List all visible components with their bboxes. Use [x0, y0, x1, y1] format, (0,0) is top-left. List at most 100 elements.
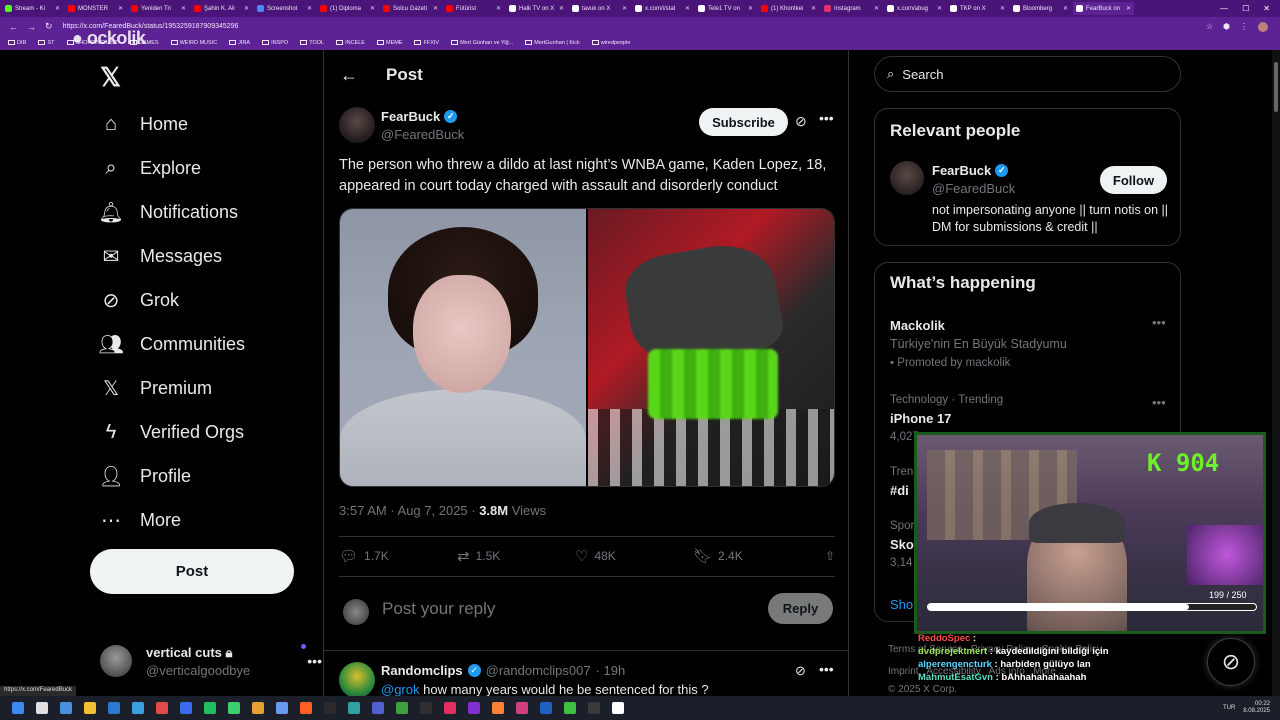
- show-more-link[interactable]: Sho: [890, 597, 913, 612]
- sidebar-item-communities[interactable]: 👥︎ Communities: [98, 322, 245, 366]
- reply-author-avatar[interactable]: [339, 662, 375, 696]
- menu-icon[interactable]: ⋮: [1240, 22, 1248, 31]
- footer-link[interactable]: Imprint: [888, 666, 919, 677]
- account-switcher[interactable]: vertical cuts 🔒︎ @verticalgoodbye •••: [100, 636, 322, 686]
- bookmark-item[interactable]: DIR: [8, 40, 26, 46]
- tab-close-icon[interactable]: ✕: [1126, 5, 1131, 12]
- taskbar-app-icon[interactable]: [396, 702, 408, 714]
- browser-tab[interactable]: (1) Khontkei ✕: [758, 2, 819, 15]
- back-nav-icon[interactable]: ←: [9, 22, 18, 32]
- browser-tab[interactable]: FearBuck on ✕: [1073, 2, 1134, 15]
- tab-close-icon[interactable]: ✕: [874, 5, 879, 12]
- grok-icon[interactable]: ⊘: [795, 663, 806, 679]
- close-window-icon[interactable]: ✕: [1263, 4, 1270, 13]
- browser-tab[interactable]: x.com/i/stat ✕: [632, 2, 693, 15]
- tab-close-icon[interactable]: ✕: [433, 5, 438, 12]
- like-action[interactable]: ♡ 48K: [575, 547, 693, 565]
- taskbar-app-icon[interactable]: [60, 702, 72, 714]
- tab-close-icon[interactable]: ✕: [811, 5, 816, 12]
- subscribe-button[interactable]: Subscribe: [699, 108, 788, 136]
- tab-close-icon[interactable]: ✕: [55, 5, 60, 12]
- search-input[interactable]: ⌕ Search: [874, 56, 1181, 92]
- tab-close-icon[interactable]: ✕: [307, 5, 312, 12]
- taskbar-app-icon[interactable]: [276, 702, 288, 714]
- post-button[interactable]: Post: [90, 549, 294, 594]
- browser-tab[interactable]: Halk TV on X ✕: [506, 2, 567, 15]
- tweet-author-name[interactable]: FearBuck ✓: [381, 109, 458, 124]
- taskbar-app-icon[interactable]: [12, 702, 24, 714]
- grok-floating-button[interactable]: ⊘: [1207, 638, 1255, 686]
- browser-tab[interactable]: Fütürist ✕: [443, 2, 504, 15]
- tab-close-icon[interactable]: ✕: [496, 5, 501, 12]
- reply-input[interactable]: Post your reply: [382, 599, 495, 619]
- repost-action[interactable]: ⇄ 1.5K: [457, 547, 575, 565]
- trend-title[interactable]: iPhone 17: [890, 411, 951, 426]
- taskbar-app-icon[interactable]: [252, 702, 264, 714]
- sidebar-item-profile[interactable]: 👤︎ Profile: [98, 454, 191, 498]
- trend-title[interactable]: #di: [890, 483, 909, 498]
- tab-close-icon[interactable]: ✕: [1000, 5, 1005, 12]
- browser-tab[interactable]: Instagram ✕: [821, 2, 882, 15]
- bookmark-item[interactable]: Mert Günhan ve Yiğ...: [451, 40, 513, 46]
- page-scrollbar[interactable]: [1272, 50, 1280, 696]
- bookmark-item[interactable]: INCELE: [336, 40, 365, 46]
- minimize-icon[interactable]: —: [1220, 4, 1228, 13]
- taskbar-app-icon[interactable]: [324, 702, 336, 714]
- reply-author[interactable]: Randomclips ✓ @randomclips007 · 19h: [381, 663, 625, 678]
- tab-close-icon[interactable]: ✕: [118, 5, 123, 12]
- tab-close-icon[interactable]: ✕: [748, 5, 753, 12]
- taskbar-app-icon[interactable]: [588, 702, 600, 714]
- taskbar-app-icon[interactable]: [444, 702, 456, 714]
- tweet-more-icon[interactable]: •••: [819, 110, 834, 126]
- trend-title[interactable]: Mackolik: [890, 318, 945, 333]
- sidebar-item-explore[interactable]: ⌕ Explore: [100, 146, 201, 190]
- taskbar-app-icon[interactable]: [564, 702, 576, 714]
- maximize-icon[interactable]: ☐: [1242, 4, 1249, 13]
- reply-more-icon[interactable]: •••: [819, 661, 834, 677]
- extension-icon[interactable]: ⬢: [1223, 22, 1230, 31]
- person-handle[interactable]: @FearedBuck: [932, 181, 1015, 196]
- star-icon[interactable]: ☆: [1206, 22, 1213, 31]
- taskbar-app-icon[interactable]: [492, 702, 504, 714]
- person-name[interactable]: FearBuck ✓: [932, 163, 1009, 178]
- bookmark-item[interactable]: FFXIV: [414, 40, 439, 46]
- sidebar-item-notifications[interactable]: 🔔︎ Notifications: [98, 190, 238, 234]
- bookmark-item[interactable]: wiredpeople: [591, 40, 630, 46]
- sidebar-item-verified-orgs[interactable]: ϟ Verified Orgs: [100, 410, 244, 454]
- tab-close-icon[interactable]: ✕: [937, 5, 942, 12]
- tab-close-icon[interactable]: ✕: [559, 5, 564, 12]
- bookmark-item[interactable]: MertGunhan | Kick: [525, 40, 580, 46]
- tweet-author-handle[interactable]: @FearedBuck: [381, 127, 464, 142]
- reply-button[interactable]: Reply: [768, 593, 833, 624]
- taskbar-app-icon[interactable]: [132, 702, 144, 714]
- taskbar-app-icon[interactable]: [468, 702, 480, 714]
- account-more-icon[interactable]: •••: [307, 653, 322, 669]
- trend-more-icon[interactable]: •••: [1152, 395, 1166, 410]
- tab-close-icon[interactable]: ✕: [244, 5, 249, 12]
- taskbar-app-icon[interactable]: [540, 702, 552, 714]
- trend-more-icon[interactable]: •••: [1152, 315, 1166, 330]
- tab-close-icon[interactable]: ✕: [370, 5, 375, 12]
- browser-tab[interactable]: Screenshot ✕: [254, 2, 315, 15]
- taskbar-app-icon[interactable]: [36, 702, 48, 714]
- bookmark-item[interactable]: INSPO: [262, 40, 288, 46]
- profile-avatar[interactable]: [1258, 21, 1268, 32]
- bookmark-action[interactable]: 🔖︎ 2.4K: [693, 547, 811, 565]
- sidebar-item-home[interactable]: ⌂ Home: [100, 102, 188, 146]
- grok-mention[interactable]: @grok: [381, 682, 420, 696]
- back-arrow-icon[interactable]: ←: [340, 65, 358, 86]
- browser-tab[interactable]: Bloomberg ✕: [1010, 2, 1071, 15]
- tab-close-icon[interactable]: ✕: [181, 5, 186, 12]
- taskbar-app-icon[interactable]: [420, 702, 432, 714]
- taskbar-app-icon[interactable]: [228, 702, 240, 714]
- share-icon[interactable]: ⇧: [825, 549, 835, 563]
- sidebar-item-grok[interactable]: ⊘ Grok: [100, 278, 179, 322]
- browser-tab[interactable]: Yeniden Tri ✕: [128, 2, 189, 15]
- browser-tab[interactable]: MONSTER ✕: [65, 2, 126, 15]
- taskbar-app-icon[interactable]: [180, 702, 192, 714]
- sidebar-item-premium[interactable]: 𝕏 Premium: [100, 366, 212, 410]
- taskbar-app-icon[interactable]: [84, 702, 96, 714]
- forward-nav-icon[interactable]: →: [27, 22, 36, 32]
- sidebar-item-more[interactable]: ⋯ More: [100, 498, 181, 542]
- tab-close-icon[interactable]: ✕: [622, 5, 627, 12]
